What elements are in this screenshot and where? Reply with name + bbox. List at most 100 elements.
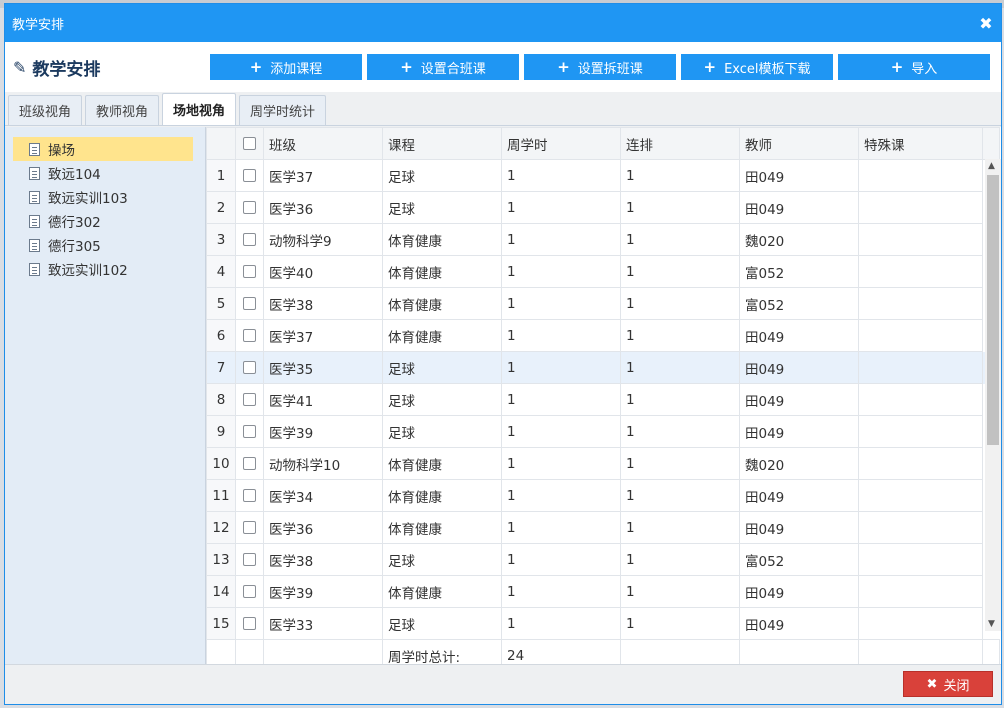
table-row[interactable]: 15 医学33 足球 1 1 田049	[206, 607, 1000, 640]
tree-item[interactable]: 致远104	[13, 161, 193, 185]
cell-special	[858, 383, 983, 416]
column-header-class[interactable]: 班级	[263, 127, 383, 160]
column-header-weekly-hours[interactable]: 周学时	[501, 127, 621, 160]
document-icon	[29, 238, 40, 252]
cell-class: 医学38	[263, 287, 383, 320]
tab-teacher-view[interactable]: 教师视角	[85, 95, 160, 125]
cell-weekly-hours: 1	[501, 575, 621, 608]
cell-teacher: 富052	[739, 543, 859, 576]
cell-consecutive: 1	[620, 543, 740, 576]
close-icon: ✖	[926, 676, 938, 692]
cell-teacher: 田049	[739, 415, 859, 448]
column-header-consecutive[interactable]: 连排	[620, 127, 740, 160]
scroll-up-icon[interactable]: ▲	[988, 161, 995, 171]
plus-icon: +	[249, 58, 263, 76]
checkbox-box	[243, 489, 256, 502]
import-label: 导入	[911, 61, 938, 77]
plus-icon: +	[557, 58, 570, 76]
cell-weekly-hours: 1	[501, 223, 621, 256]
row-checkbox[interactable]	[235, 447, 264, 480]
table-row[interactable]: 1 医学37 足球 1 1 田049	[206, 159, 1000, 192]
row-number: 7	[206, 351, 236, 384]
table-row[interactable]: 4 医学40 体育健康 1 1 富052	[206, 255, 1000, 288]
row-number-header	[206, 127, 236, 160]
scroll-down-icon[interactable]: ▼	[988, 619, 995, 629]
close-button-label: 关闭	[943, 678, 970, 694]
cell-consecutive: 1	[620, 159, 740, 192]
cell-consecutive: 1	[620, 479, 740, 512]
close-button[interactable]: ✖ 关闭	[903, 671, 993, 697]
tree-item[interactable]: 德行302	[13, 209, 193, 233]
table-row[interactable]: 5 医学38 体育健康 1 1 富052	[206, 287, 1000, 320]
set-split-class-label: 设置拆班课	[577, 61, 643, 77]
page-title-text: 教学安排	[32, 59, 101, 80]
row-checkbox[interactable]	[235, 255, 264, 288]
table-row[interactable]: 6 医学37 体育健康 1 1 田049	[206, 319, 1000, 352]
row-checkbox[interactable]	[235, 575, 264, 608]
row-checkbox[interactable]	[235, 543, 264, 576]
window-title: 教学安排	[12, 17, 65, 33]
import-button[interactable]: + 导入	[838, 54, 990, 80]
add-course-button[interactable]: + 添加课程	[210, 54, 362, 80]
cell-consecutive: 1	[620, 447, 740, 480]
tab-venue-view[interactable]: 场地视角	[162, 93, 237, 125]
column-header-teacher[interactable]: 教师	[739, 127, 859, 160]
table-row[interactable]: 2 医学36 足球 1 1 田049	[206, 191, 1000, 224]
scrollbar-thumb[interactable]	[987, 175, 999, 445]
set-merged-class-button[interactable]: + 设置合班课	[367, 54, 519, 80]
row-number: 4	[206, 255, 236, 288]
table-row[interactable]: 10 动物科学10 体育健康 1 1 魏020	[206, 447, 1000, 480]
tab-weekly-hours[interactable]: 周学时统计	[239, 95, 327, 125]
document-icon	[29, 166, 40, 180]
table-row[interactable]: 9 医学39 足球 1 1 田049	[206, 415, 1000, 448]
cell-course: 足球	[382, 383, 502, 416]
checkbox-box	[243, 457, 256, 470]
cell-course: 足球	[382, 191, 502, 224]
cell-class: 医学36	[263, 511, 383, 544]
table-row[interactable]: 3 动物科学9 体育健康 1 1 魏020	[206, 223, 1000, 256]
row-checkbox[interactable]	[235, 319, 264, 352]
tree-item-label: 德行305	[48, 239, 101, 255]
row-checkbox[interactable]	[235, 383, 264, 416]
vertical-scrollbar[interactable]: ▲ ▼	[985, 159, 1001, 631]
view-tabs: 班级视角 教师视角 场地视角 周学时统计	[5, 92, 1001, 126]
table-row[interactable]: 8 医学41 足球 1 1 田049	[206, 383, 1000, 416]
table-row[interactable]: 11 医学34 体育健康 1 1 田049	[206, 479, 1000, 512]
plus-icon: +	[890, 58, 904, 76]
row-checkbox[interactable]	[235, 191, 264, 224]
set-merged-class-label: 设置合班课	[420, 61, 486, 77]
table-row[interactable]: 14 医学39 体育健康 1 1 田049	[206, 575, 1000, 608]
tree-item[interactable]: 德行305	[13, 233, 193, 257]
tree-item[interactable]: 致远实训103	[13, 185, 193, 209]
table-row[interactable]: 13 医学38 足球 1 1 富052	[206, 543, 1000, 576]
checkbox-box	[243, 265, 256, 278]
row-checkbox[interactable]	[235, 511, 264, 544]
cell-course: 足球	[382, 159, 502, 192]
row-checkbox[interactable]	[235, 223, 264, 256]
column-header-special[interactable]: 特殊课	[858, 127, 983, 160]
cell-course: 足球	[382, 415, 502, 448]
set-split-class-button[interactable]: + 设置拆班课	[524, 54, 676, 80]
excel-template-download-button[interactable]: + Excel模板下载	[681, 54, 833, 80]
cell-weekly-hours: 1	[501, 351, 621, 384]
checkbox-box	[243, 233, 256, 246]
row-checkbox[interactable]	[235, 607, 264, 640]
row-checkbox[interactable]	[235, 479, 264, 512]
row-checkbox[interactable]	[235, 351, 264, 384]
table-row[interactable]: 12 医学36 体育健康 1 1 田049	[206, 511, 1000, 544]
cell-consecutive: 1	[620, 191, 740, 224]
close-icon[interactable]: ✖	[971, 14, 1001, 33]
cell-consecutive: 1	[620, 607, 740, 640]
row-number: 12	[206, 511, 236, 544]
row-checkbox[interactable]	[235, 159, 264, 192]
table-row[interactable]: 7 医学35 足球 1 1 田049	[206, 351, 1000, 384]
tree-item[interactable]: 操场	[13, 137, 193, 161]
cell-consecutive: 1	[620, 575, 740, 608]
cell-consecutive: 1	[620, 415, 740, 448]
select-all-checkbox[interactable]	[235, 127, 264, 160]
column-header-course[interactable]: 课程	[382, 127, 502, 160]
tree-item[interactable]: 致远实训102	[13, 257, 193, 281]
row-checkbox[interactable]	[235, 287, 264, 320]
tab-class-view[interactable]: 班级视角	[8, 95, 83, 125]
row-checkbox[interactable]	[235, 415, 264, 448]
